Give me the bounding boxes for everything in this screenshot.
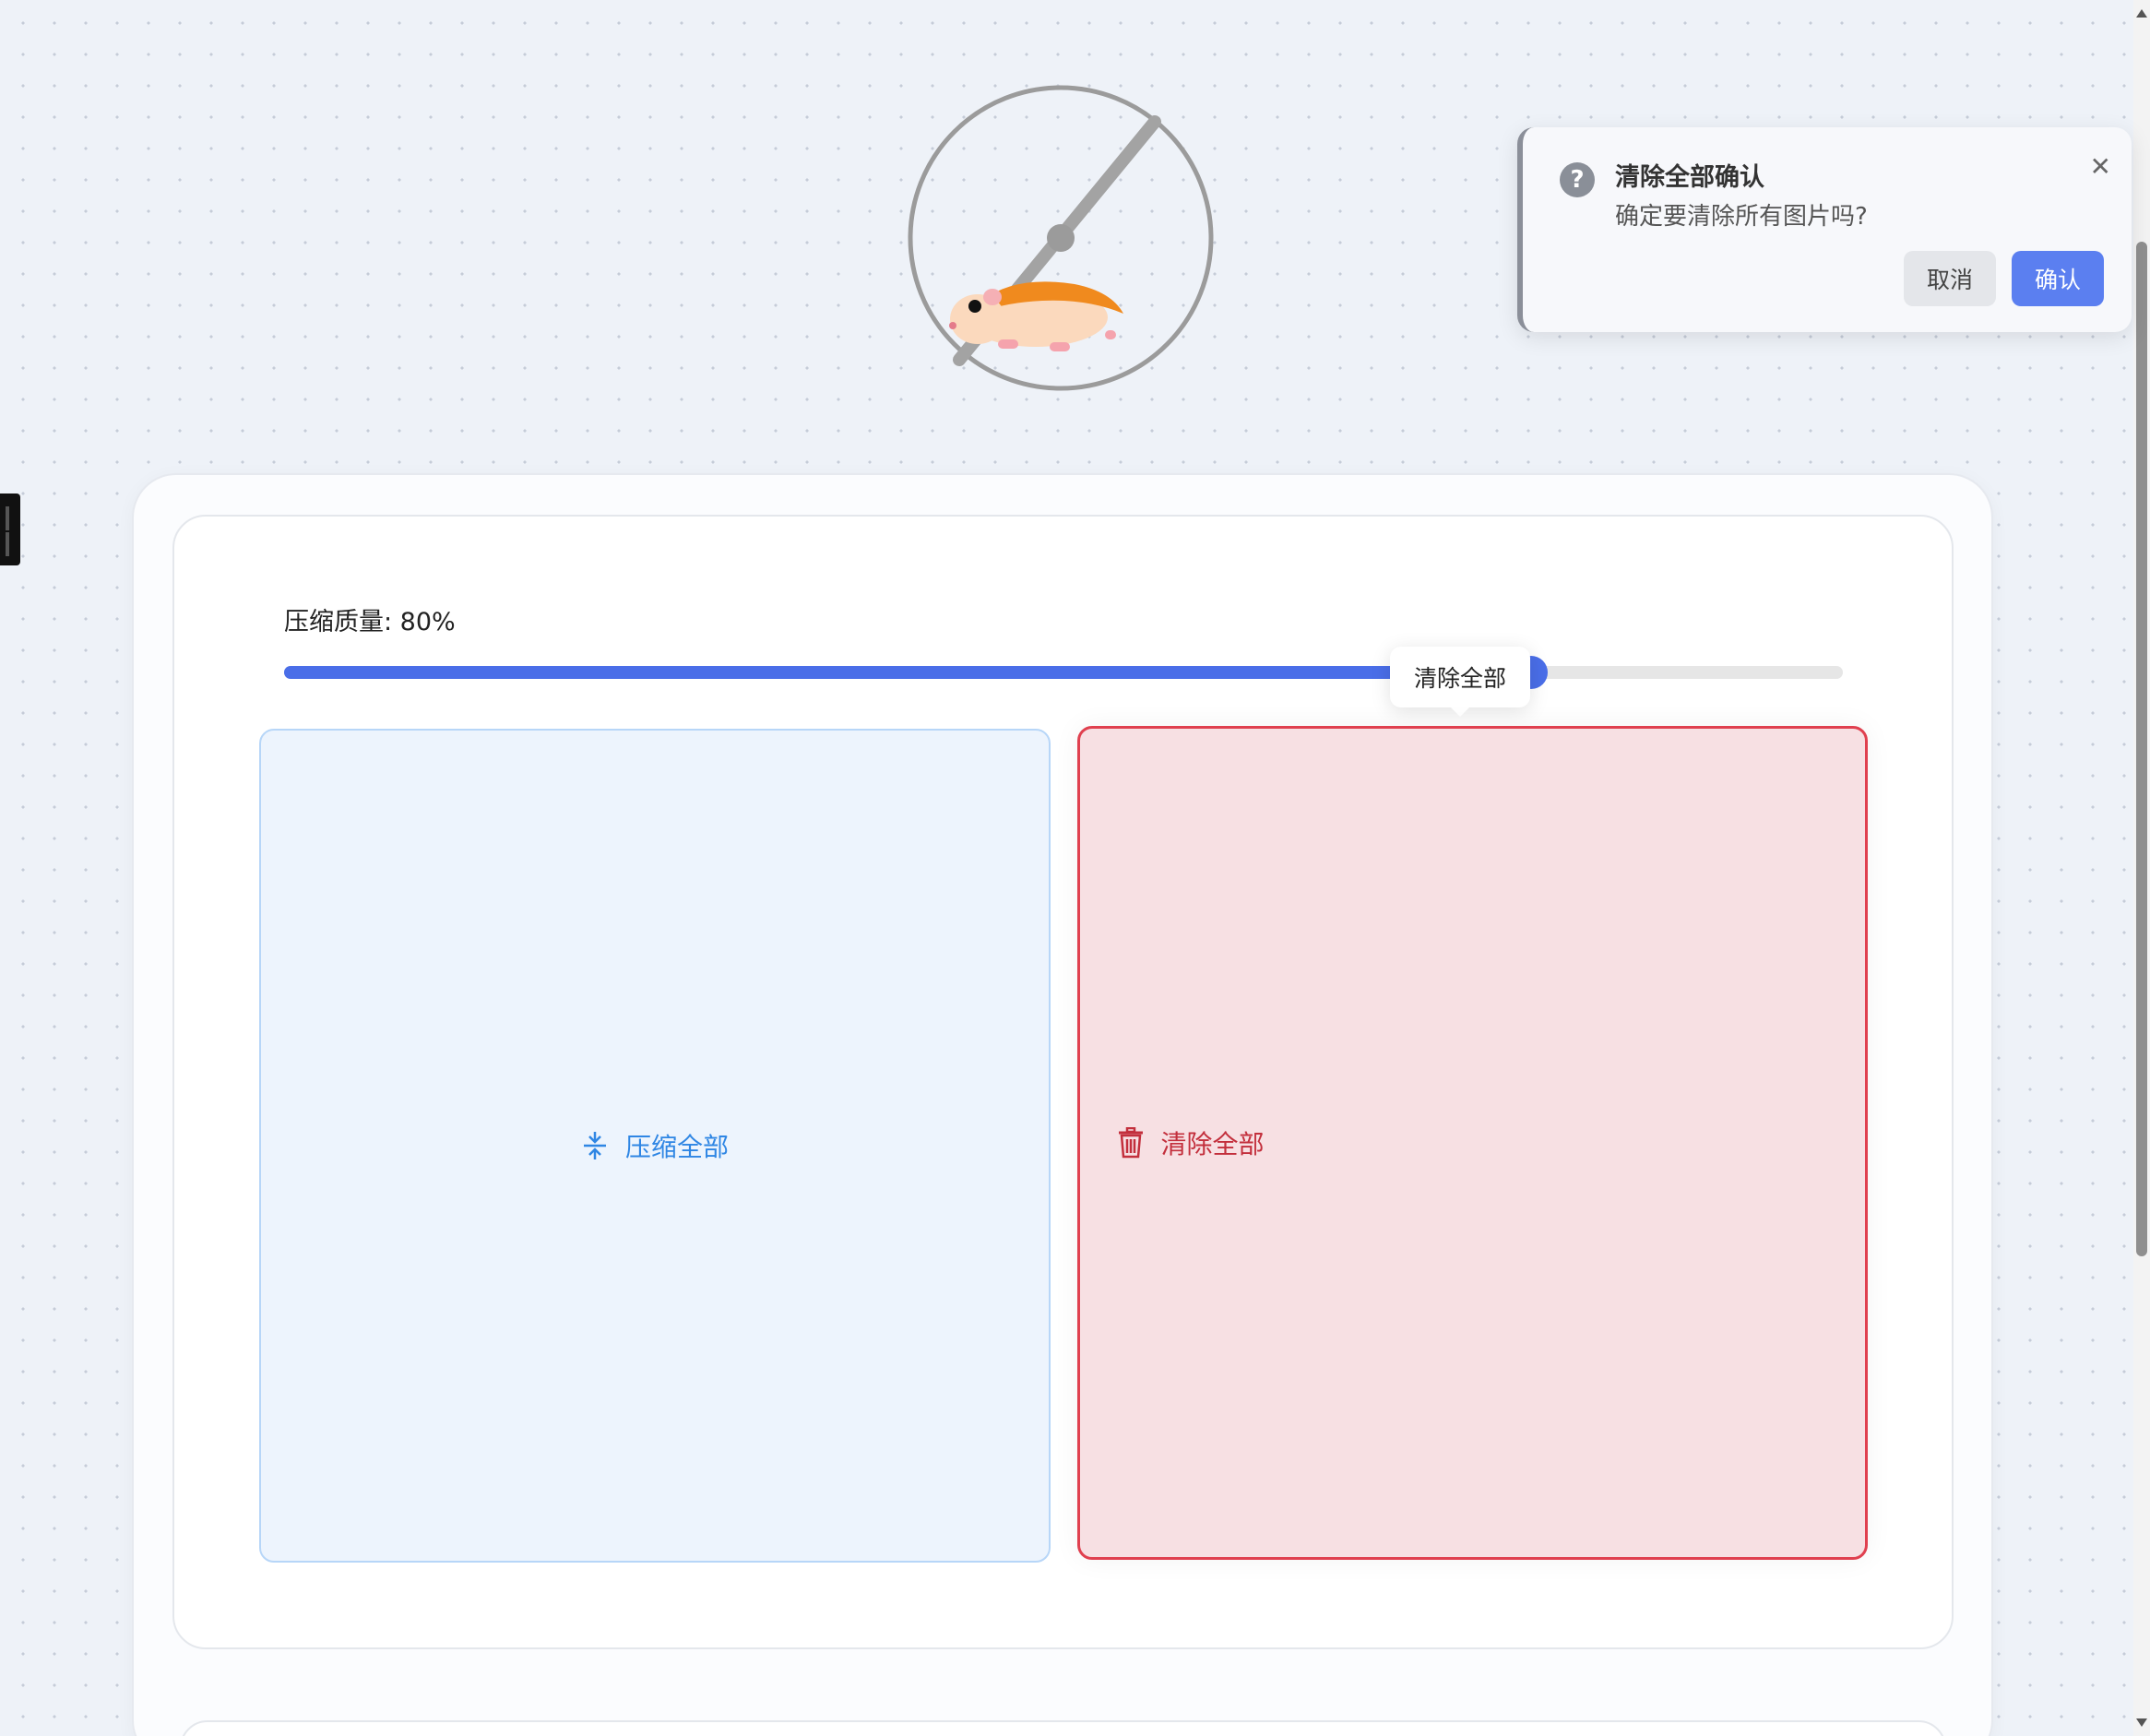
quality-slider-fill: [284, 666, 1531, 679]
scroll-up-arrow-icon[interactable]: [2136, 9, 2147, 18]
next-panel: [180, 1720, 1946, 1736]
clear-all-button[interactable]: 清除全部: [1077, 726, 1868, 1560]
quality-slider[interactable]: [284, 656, 1843, 689]
scroll-down-arrow-icon[interactable]: [2136, 1718, 2147, 1727]
trash-icon: [1118, 1127, 1144, 1159]
clear-all-label: 清除全部: [1160, 1129, 1265, 1159]
page-scrollbar[interactable]: [2133, 0, 2150, 1736]
confirm-button[interactable]: 确认: [2012, 251, 2104, 306]
close-icon[interactable]: ✕: [2090, 151, 2111, 182]
quality-label: 压缩质量: 80%: [284, 608, 456, 636]
side-drawer-handle[interactable]: [0, 493, 20, 565]
popconfirm-message: 确定要清除所有图片吗?: [1615, 203, 1868, 231]
cancel-button[interactable]: 取消: [1904, 251, 1996, 306]
clear-all-tooltip: 清除全部: [1390, 647, 1530, 717]
compress-all-button[interactable]: 压缩全部: [259, 729, 1051, 1563]
compress-icon: [581, 1130, 609, 1161]
clear-all-popconfirm: ? 清除全部确认 确定要清除所有图片吗? ✕ 取消 确认: [1517, 127, 2132, 332]
compress-all-label: 压缩全部: [624, 1132, 729, 1162]
question-icon: ?: [1560, 162, 1595, 197]
hamster-wheel-icon: [908, 85, 1214, 391]
popconfirm-title: 清除全部确认: [1615, 163, 1764, 192]
scroll-thumb[interactable]: [2136, 242, 2147, 1256]
